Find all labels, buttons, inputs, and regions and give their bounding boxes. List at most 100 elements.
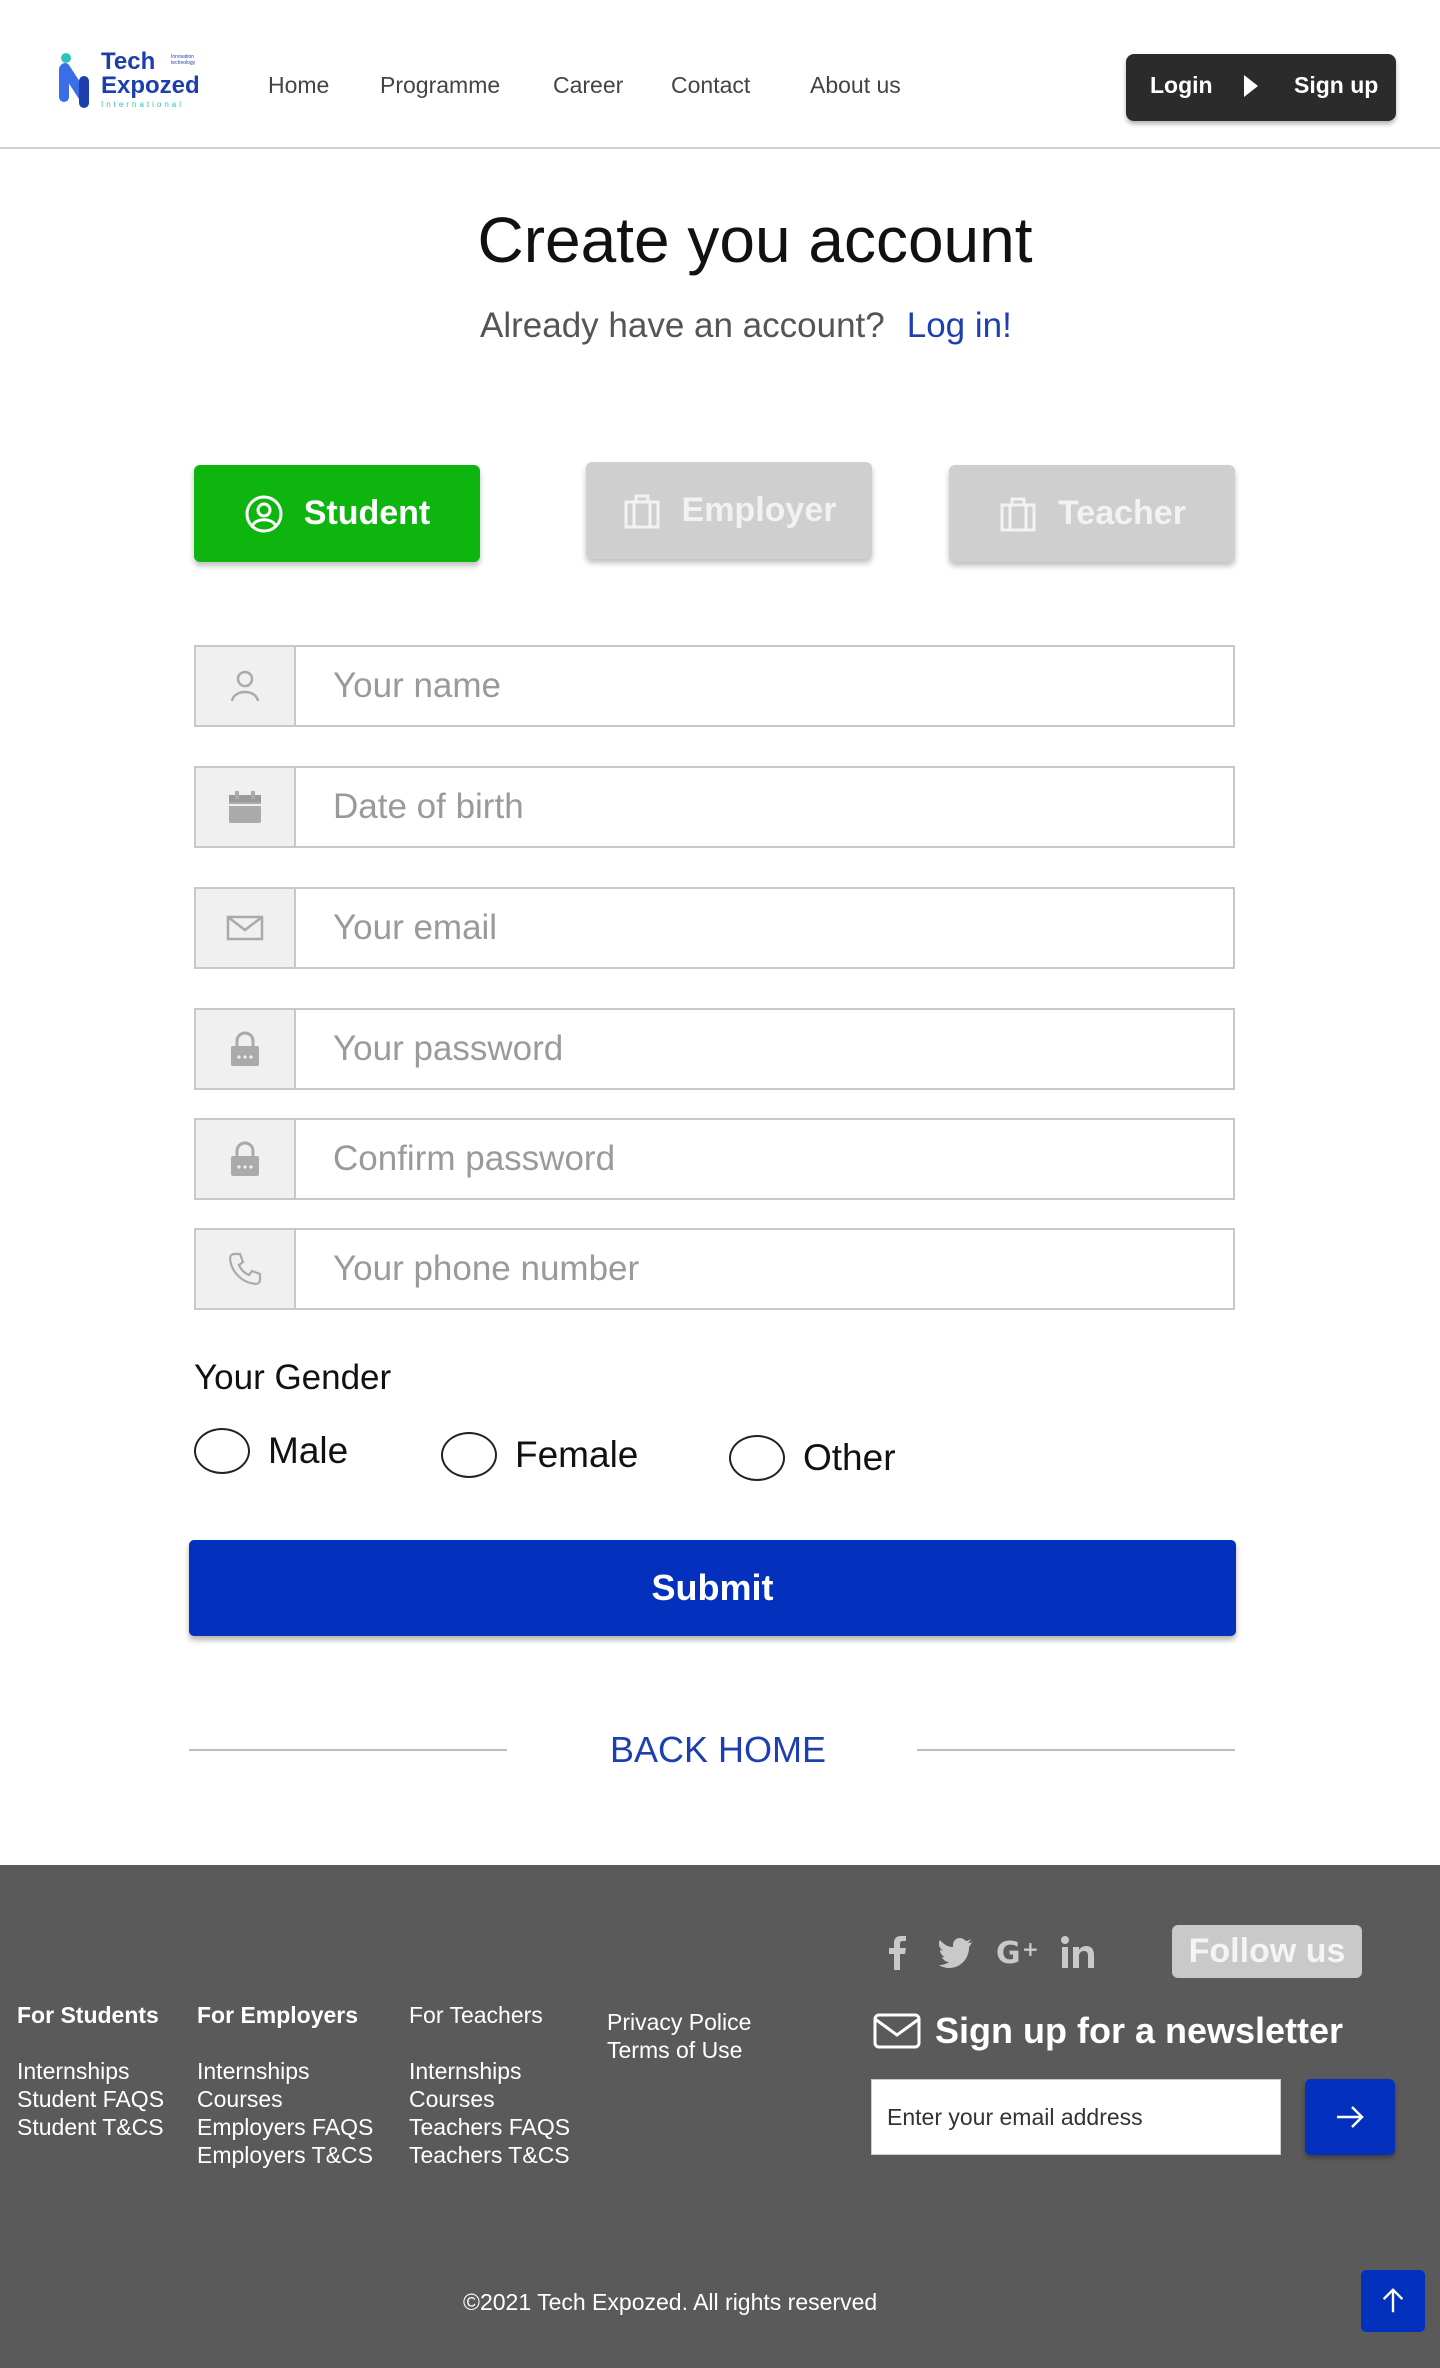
auth-button-group: Login Sign up — [1126, 54, 1396, 121]
radio-circle[interactable] — [729, 1435, 785, 1481]
calendar-icon — [229, 791, 261, 823]
confirm-password-input[interactable] — [333, 1120, 1213, 1198]
linkedin-icon[interactable] — [1060, 1934, 1096, 1970]
divider-left — [189, 1749, 507, 1751]
login-link[interactable]: Log in! — [907, 306, 1012, 345]
google-plus-icon[interactable]: G + — [996, 1934, 1040, 1970]
confirm-password-field-icon-box — [196, 1120, 296, 1198]
footer-teachers-heading: For Teachers — [409, 2002, 543, 2028]
role-employer-button[interactable]: Employer — [586, 462, 872, 559]
briefcase-icon — [624, 494, 660, 528]
user-icon — [230, 670, 260, 702]
footer-link[interactable]: Internships — [197, 2057, 373, 2085]
gender-option-other[interactable]: Other — [729, 1435, 896, 1481]
submit-button[interactable]: Submit — [189, 1540, 1236, 1636]
role-student-label: Student — [303, 494, 431, 532]
name-field-icon-box — [196, 647, 296, 725]
radio-circle[interactable] — [194, 1428, 250, 1474]
terms-of-use-link[interactable]: Terms of Use — [607, 2036, 751, 2064]
footer-link[interactable]: Courses — [197, 2085, 373, 2113]
footer-link[interactable]: Internships — [409, 2057, 570, 2085]
arrow-right-icon — [1337, 2106, 1364, 2128]
newsletter-heading: Sign up for a newsletter — [873, 2010, 1343, 2052]
name-field — [194, 645, 1235, 727]
role-employer-label: Employer — [681, 491, 837, 529]
email-field-icon-box — [196, 889, 296, 967]
svg-text:+: + — [1022, 1937, 1039, 1961]
name-input[interactable] — [333, 647, 1213, 725]
nav-programme[interactable]: Programme — [380, 72, 500, 99]
svg-text:G: G — [996, 1936, 1021, 1970]
role-teacher-button[interactable]: Teacher — [949, 465, 1235, 562]
play-arrow-icon — [1244, 75, 1258, 97]
footer-link[interactable]: Student FAQS — [17, 2085, 164, 2113]
gender-other-label: Other — [803, 1437, 896, 1478]
back-home-link[interactable]: BACK HOME — [610, 1729, 826, 1771]
privacy-policy-link[interactable]: Privacy Police — [607, 2008, 751, 2036]
login-prompt-text: Already have an account? — [480, 306, 885, 345]
footer-teachers-column: For Teachers Internships Courses Teacher… — [409, 2001, 570, 2169]
footer-link[interactable]: Teachers FAQS — [409, 2113, 570, 2141]
email-input[interactable] — [333, 889, 1213, 967]
role-teacher-label: Teacher — [1058, 494, 1186, 532]
footer-link[interactable]: Courses — [409, 2085, 570, 2113]
phone-icon — [228, 1252, 262, 1286]
logo-mark-icon — [59, 53, 89, 108]
signup-button[interactable]: Sign up — [1294, 72, 1378, 99]
newsletter-email-field — [871, 2079, 1281, 2155]
briefcase-icon — [1000, 497, 1036, 531]
envelope-icon — [873, 2013, 921, 2049]
footer-link[interactable]: Employers FAQS — [197, 2113, 373, 2141]
footer-employers-heading: For Employers — [197, 2002, 359, 2028]
footer-link[interactable]: Employers T&CS — [197, 2141, 373, 2169]
footer-link[interactable]: Student T&CS — [17, 2113, 164, 2141]
radio-circle[interactable] — [441, 1432, 497, 1478]
nav-career[interactable]: Career — [553, 72, 623, 99]
arrow-up-icon — [1382, 2288, 1404, 2313]
footer-link[interactable]: Teachers T&CS — [409, 2141, 570, 2169]
phone-field — [194, 1228, 1235, 1310]
gender-option-male[interactable]: Male — [194, 1428, 348, 1474]
gender-option-female[interactable]: Female — [441, 1432, 638, 1478]
divider-right — [917, 1749, 1235, 1751]
page-title: Create you account — [477, 204, 1033, 276]
social-icons: G + — [880, 1934, 1096, 1970]
dob-field-icon-box — [196, 768, 296, 846]
brand-logo[interactable]: Tech Innovation technology Expozed Inter… — [57, 48, 207, 110]
dob-field — [194, 766, 1235, 848]
confirm-password-field — [194, 1118, 1235, 1200]
nav-home[interactable]: Home — [268, 72, 329, 99]
phone-input[interactable] — [333, 1230, 1213, 1308]
facebook-icon[interactable] — [880, 1934, 916, 1970]
footer-legal-column: Privacy Police Terms of Use — [607, 2008, 751, 2064]
password-field — [194, 1008, 1235, 1090]
password-input[interactable] — [333, 1010, 1213, 1088]
brand-tagline: International — [101, 100, 185, 109]
user-circle-icon — [245, 495, 283, 532]
email-field — [194, 887, 1235, 969]
newsletter-email-input[interactable] — [872, 2080, 1280, 2154]
footer-employers-column: For Employers Internships Courses Employ… — [197, 2001, 373, 2169]
copyright-text: ©2021 Tech Expozed. All rights reserved — [463, 2289, 878, 2315]
scroll-to-top-button[interactable] — [1361, 2270, 1425, 2332]
role-student-button[interactable]: Student — [194, 465, 480, 562]
nav-contact[interactable]: Contact — [671, 72, 750, 99]
brand-name-line2: Expozed — [101, 72, 200, 99]
footer-students-heading: For Students — [17, 2002, 159, 2028]
lock-icon — [231, 1141, 259, 1176]
follow-us-button[interactable]: Follow us — [1172, 1925, 1362, 1978]
login-button[interactable]: Login — [1150, 72, 1213, 99]
password-field-icon-box — [196, 1010, 296, 1088]
brand-small-text: Innovation technology — [171, 54, 196, 66]
newsletter-submit-button[interactable] — [1305, 2079, 1395, 2155]
gender-female-label: Female — [515, 1434, 639, 1475]
gender-male-label: Male — [268, 1430, 349, 1471]
gender-label: Your Gender — [194, 1358, 392, 1397]
footer-link[interactable]: Internships — [17, 2057, 164, 2085]
phone-field-icon-box — [196, 1230, 296, 1308]
twitter-icon[interactable] — [938, 1934, 974, 1970]
lock-icon — [231, 1031, 259, 1066]
newsletter-label: Sign up for a newsletter — [935, 2010, 1344, 2051]
dob-input[interactable] — [333, 768, 1213, 846]
nav-about-us[interactable]: About us — [810, 72, 901, 99]
